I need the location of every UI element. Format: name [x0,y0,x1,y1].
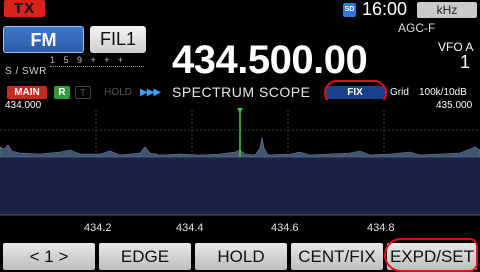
s-meter-bar [50,66,144,74]
speed-arrows-icon: ▶▶▶ [140,87,161,98]
r-badge: R [54,86,70,99]
agc-indicator: AGC-F [398,21,436,35]
edge-button[interactable]: EDGE [99,243,191,270]
filter-button[interactable]: FIL1 [90,26,146,53]
main-badge[interactable]: MAIN [7,86,47,99]
annotation-circle-expd [384,238,478,272]
sd-card-icon: SD [343,3,356,17]
grid-label: Grid [390,87,409,98]
frequency-display[interactable]: 434.500.00 [172,38,368,82]
cent-fix-button[interactable]: CENT/FIX [291,243,383,270]
scope-edge-low: 434.000 [5,100,42,111]
clock: 16:00 [362,0,408,19]
s-meter-scale: 1 5 9 + + + [50,55,127,65]
vfo-number: 1 [460,52,471,72]
scope-title: SPECTRUM SCOPE [172,84,311,100]
hold-button[interactable]: HOLD [195,243,287,270]
hold-indicator: HOLD [104,87,132,98]
t-badge: T [75,86,91,99]
unit-button[interactable]: kHz [417,2,477,18]
scope-tick-4: 434.8 [367,222,395,234]
scope-tick-1: 434.2 [84,222,112,234]
scope-tick-2: 434.4 [176,222,204,234]
page-button[interactable]: < 1 > [3,243,95,270]
scope-tick-3: 434.6 [271,222,299,234]
mode-button[interactable]: FM [3,26,84,53]
span-label: 100k/10dB [419,87,467,98]
tx-indicator: TX [4,0,45,17]
scope-edge-high: 435.000 [436,100,473,111]
s-meter-label: S / SWR [5,66,47,77]
spectrum-scope[interactable] [0,100,480,245]
waterfall-area [0,157,480,215]
